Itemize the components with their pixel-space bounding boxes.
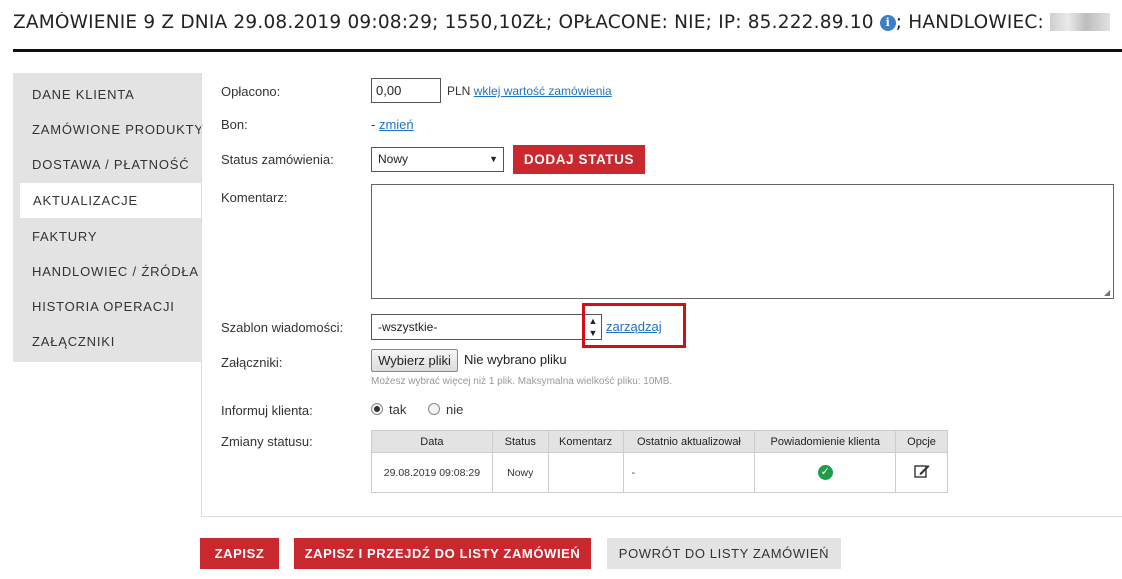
page-title-text: ZAMÓWIENIE 9 Z DNIA 29.08.2019 09:08:29;… xyxy=(13,12,874,33)
cell-options xyxy=(895,452,948,493)
highlight-annotation xyxy=(582,303,686,348)
cell-updated-by: - xyxy=(622,452,756,493)
sidebar-item-salesperson-sources[interactable]: HANDLOWIEC / ŹRÓDŁA xyxy=(13,254,201,289)
paid-currency-row: PLN wklej wartość zamówienia xyxy=(447,84,612,98)
comment-textarea[interactable]: ◢ xyxy=(371,184,1114,299)
table-header-row: Data Status Komentarz Ostatnio aktualizo… xyxy=(371,430,948,453)
sidebar-item-operation-history[interactable]: HISTORIA OPERACJI xyxy=(13,289,201,324)
page-title-suffix: ; HANDLOWIEC: xyxy=(895,12,1044,33)
bon-value: - zmień xyxy=(371,117,414,132)
paste-order-value-link[interactable]: wklej wartość zamówienia xyxy=(474,84,612,98)
column-header-date: Data xyxy=(371,430,493,453)
inform-yes-radio[interactable] xyxy=(371,403,383,415)
sidebar-item-updates[interactable]: AKTUALIZACJE xyxy=(20,183,201,218)
table-row: 29.08.2019 09:08:29 Nowy - ✓ xyxy=(371,452,948,493)
salesperson-redacted xyxy=(1050,13,1111,31)
dropdown-arrow-icon: ▼ xyxy=(489,154,498,164)
cell-date: 29.08.2019 09:08:29 xyxy=(371,452,493,493)
add-status-button[interactable]: DODAJ STATUS xyxy=(513,145,645,174)
sidebar: DANE KLIENTA ZAMÓWIONE PRODUKTY DOSTAWA … xyxy=(13,73,203,362)
paid-input[interactable]: 0,00 xyxy=(371,78,441,103)
cell-notified: ✓ xyxy=(754,452,897,493)
comment-label: Komentarz: xyxy=(221,190,288,205)
column-header-comment: Komentarz xyxy=(547,430,624,453)
bon-label: Bon: xyxy=(221,117,248,132)
paid-label: Opłacono: xyxy=(221,84,281,99)
message-template-label: Szablon wiadomości: xyxy=(221,320,344,335)
attachments-hint: Możesz wybrać więcej niż 1 plik. Maksyma… xyxy=(371,376,673,387)
edit-icon[interactable] xyxy=(913,464,930,478)
message-template-select[interactable]: -wszystkie- ▲ ▼ xyxy=(371,314,602,340)
inform-no-label: nie xyxy=(446,402,464,417)
save-and-go-to-list-button[interactable]: ZAPISZ I PRZEJDŹ DO LISTY ZAMÓWIEŃ xyxy=(294,538,591,569)
info-icon[interactable]: i xyxy=(879,15,896,31)
sidebar-item-invoices[interactable]: FAKTURY xyxy=(13,219,201,254)
back-to-list-button[interactable]: POWRÓT DO LISTY ZAMÓWIEŃ xyxy=(607,538,841,569)
sidebar-item-ordered-products[interactable]: ZAMÓWIONE PRODUKTY xyxy=(13,112,203,147)
column-header-status: Status xyxy=(491,430,549,453)
no-file-text: Nie wybrano pliku xyxy=(464,352,567,367)
attachments-label: Załączniki: xyxy=(221,355,283,370)
order-status-select[interactable]: Nowy ▼ xyxy=(371,147,504,172)
bon-dash: - xyxy=(371,117,379,132)
currency-label: PLN xyxy=(447,84,471,98)
inform-client-label: Informuj klienta: xyxy=(221,403,313,418)
column-header-options: Opcje xyxy=(895,430,948,453)
sidebar-item-delivery-payment[interactable]: DOSTAWA / PŁATNOŚĆ xyxy=(13,147,201,182)
check-icon: ✓ xyxy=(817,465,833,480)
sidebar-item-attachments[interactable]: ZAŁĄCZNIKI xyxy=(13,324,201,359)
message-template-value: -wszystkie- xyxy=(378,320,438,334)
save-button[interactable]: ZAPISZ xyxy=(200,538,279,569)
sidebar-item-client-data[interactable]: DANE KLIENTA xyxy=(13,77,201,112)
panel-border xyxy=(201,73,202,517)
order-status-label: Status zamówienia: xyxy=(221,152,334,167)
panel-border-bottom xyxy=(201,516,1122,517)
column-header-client-notification: Powiadomienie klienta xyxy=(754,430,897,453)
inform-yes-label: tak xyxy=(389,402,407,417)
order-status-value: Nowy xyxy=(378,152,409,166)
choose-files-button[interactable]: Wybierz pliki xyxy=(371,349,458,372)
title-divider xyxy=(13,49,1122,52)
status-changes-label: Zmiany statusu: xyxy=(221,434,313,449)
inform-no-radio[interactable] xyxy=(428,403,440,415)
cell-status: Nowy xyxy=(491,452,549,493)
resize-handle-icon[interactable]: ◢ xyxy=(1104,289,1112,297)
page-title: ZAMÓWIENIE 9 Z DNIA 29.08.2019 09:08:29;… xyxy=(13,12,1122,42)
status-changes-table: Data Status Komentarz Ostatnio aktualizo… xyxy=(371,430,948,493)
cell-comment xyxy=(547,452,624,493)
bon-change-link[interactable]: zmień xyxy=(379,117,414,132)
column-header-updated-by: Ostatnio aktualizował xyxy=(622,430,756,453)
